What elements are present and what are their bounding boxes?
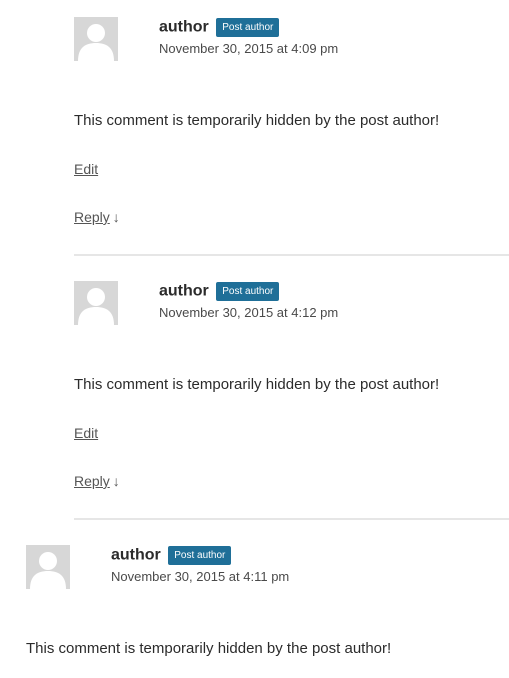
comment-text: This comment is temporarily hidden by th… xyxy=(26,640,392,657)
reply-link[interactable]: Reply ↓ xyxy=(74,209,120,225)
reply-link-label: Reply xyxy=(74,209,110,225)
comment-author-name[interactable]: author xyxy=(111,547,161,564)
default-avatar-icon xyxy=(74,281,118,325)
comment-separator xyxy=(74,254,509,256)
comment-separator xyxy=(74,518,509,520)
default-avatar-icon xyxy=(74,17,118,61)
comment-author-name[interactable]: author xyxy=(159,283,209,300)
reply-link[interactable]: Reply ↓ xyxy=(74,473,120,489)
edit-link[interactable]: Edit xyxy=(74,425,98,441)
comment-text: This comment is temporarily hidden by th… xyxy=(74,112,440,129)
comment-author-line: author Post author xyxy=(159,282,280,301)
comment-author-line: author Post author xyxy=(159,18,280,37)
comment-author-line: author Post author xyxy=(111,546,232,565)
post-author-badge: Post author xyxy=(168,546,232,565)
reply-link-label: Reply xyxy=(74,473,110,489)
post-author-badge: Post author xyxy=(216,18,280,37)
comment-date[interactable]: November 30, 2015 at 4:09 pm xyxy=(159,41,338,56)
comment-date[interactable]: November 30, 2015 at 4:11 pm xyxy=(111,569,289,584)
post-author-badge: Post author xyxy=(216,282,280,301)
comment-text: This comment is temporarily hidden by th… xyxy=(74,376,440,393)
reply-arrow-icon: ↓ xyxy=(112,473,120,489)
edit-link[interactable]: Edit xyxy=(74,161,98,177)
comment-author-name[interactable]: author xyxy=(159,19,209,36)
comment-date[interactable]: November 30, 2015 at 4:12 pm xyxy=(159,305,338,320)
reply-arrow-icon: ↓ xyxy=(112,209,120,225)
default-avatar-icon xyxy=(26,545,70,589)
